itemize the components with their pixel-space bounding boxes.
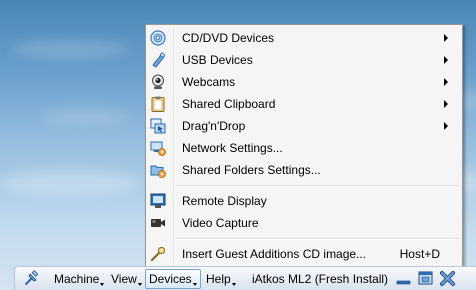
menubar-label: Devices [149,272,192,286]
submenu-arrow-icon [444,78,448,86]
menu-item-label: Shared Clipboard [182,97,276,111]
menu-item-shared-clipboard[interactable]: Shared Clipboard [148,93,460,115]
menu-item-shared-folders-settings[interactable]: Shared Folders Settings... [148,159,460,181]
restore-icon[interactable] [417,270,434,287]
menu-item-shortcut: Host+D [399,247,440,261]
menu-item-drag-n-drop[interactable]: Drag'n'Drop [148,115,460,137]
shared-folders-icon [150,162,166,178]
menu-item-label: Network Settings... [182,141,283,155]
vm-pin-icon[interactable] [23,270,40,287]
menu-item-label: Remote Display [182,194,267,208]
submenu-arrow-icon [444,100,448,108]
menu-item-label: Webcams [182,75,236,89]
video-capture-icon [150,215,166,231]
menu-item-network-settings[interactable]: Network Settings... [148,137,460,159]
close-icon[interactable] [439,270,456,287]
menu-item-label: Video Capture [182,216,259,230]
dropdown-arrow-icon [192,283,197,286]
webcam-icon [150,74,166,90]
menubar-devices[interactable]: Devices [145,269,201,289]
menubar-machine[interactable]: Machine [54,271,105,287]
drag-drop-icon [150,118,166,134]
menu-item-webcams[interactable]: Webcams [148,71,460,93]
menu-separator [176,185,460,187]
desktop-background-cloud [10,40,130,58]
vm-menu-bar: Machine View Devices Help iAtkos ML2 (Fr… [14,266,476,290]
cd-icon [150,30,166,46]
menu-item-label: USB Devices [182,53,253,67]
usb-icon [150,52,166,68]
menu-item-label: Insert Guest Additions CD image... [182,247,367,261]
network-settings-icon [150,140,166,156]
submenu-arrow-icon [444,56,448,64]
guest-additions-icon [150,246,166,262]
menubar-view[interactable]: View [111,271,142,287]
menu-item-label: Drag'n'Drop [182,119,246,133]
menubar-label: View [111,272,137,286]
dropdown-arrow-icon [231,283,236,286]
menubar-label: Help [206,272,231,286]
menu-item-label: Shared Folders Settings... [182,163,321,177]
clipboard-icon [150,96,166,112]
dropdown-arrow-icon [137,283,142,286]
remote-display-icon [150,193,166,209]
menu-item-insert-guest-additions[interactable]: Insert Guest Additions CD image... Host+… [148,243,460,265]
minimize-icon[interactable] [395,270,412,287]
submenu-arrow-icon [444,122,448,130]
menubar-label: Machine [54,272,100,286]
menubar-help[interactable]: Help [206,271,236,287]
menu-item-video-capture[interactable]: Video Capture [148,212,460,234]
vm-title: iAtkos ML2 (Fresh Install) [252,272,389,286]
menu-item-label: CD/DVD Devices [182,31,275,45]
menu-separator [176,238,460,240]
menu-item-cd-dvd-devices[interactable]: CD/DVD Devices [148,27,460,49]
dropdown-arrow-icon [100,283,105,286]
menu-item-remote-display[interactable]: Remote Display [148,190,460,212]
desktop-background-cloud [40,110,130,124]
devices-menu: CD/DVD Devices USB Devices Webcams Share… [145,24,463,269]
submenu-arrow-icon [444,34,448,42]
desktop-background-cloud [0,170,140,196]
menu-item-usb-devices[interactable]: USB Devices [148,49,460,71]
